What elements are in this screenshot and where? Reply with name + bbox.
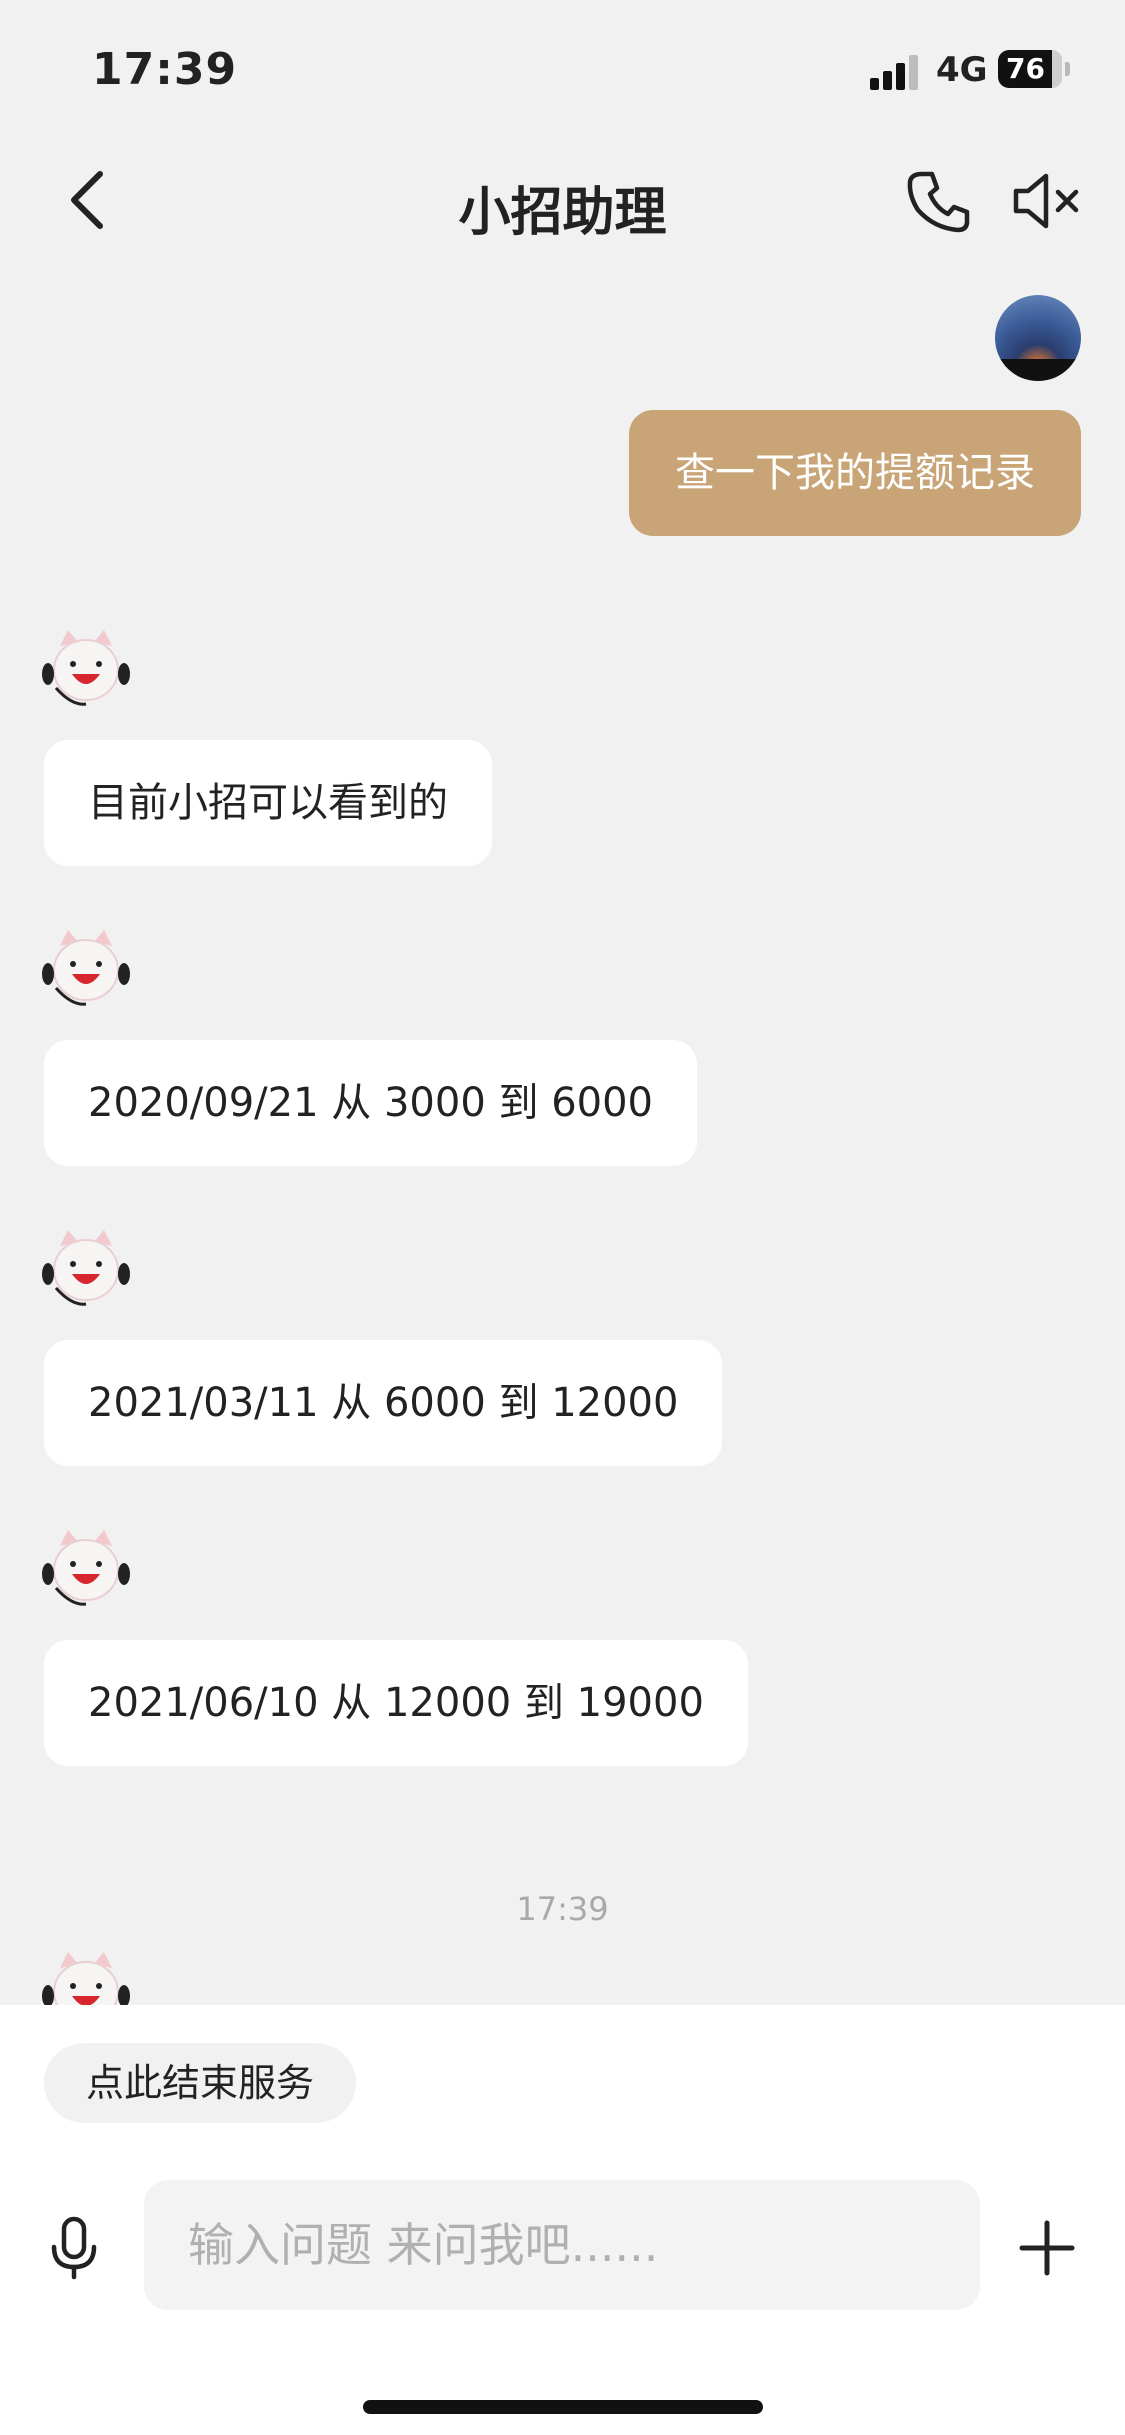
- bot-avatar-icon: [42, 630, 130, 706]
- voice-input-button[interactable]: [44, 2213, 104, 2283]
- status-time: 17:39: [92, 44, 238, 95]
- speaker-muted-icon: [1013, 173, 1079, 229]
- input-panel: 点此结束服务: [0, 2005, 1125, 2435]
- battery-level: 76: [1006, 52, 1045, 85]
- bot-message-bubble: 2021/03/11 从 6000 到 12000: [44, 1340, 723, 1466]
- bot-message-bubble: 目前小招可以看到的: [44, 740, 492, 866]
- mute-button[interactable]: [1010, 166, 1088, 236]
- signal-icon: [870, 54, 918, 90]
- bot-avatar-icon: [42, 1230, 130, 1306]
- user-message-bubble: 查一下我的提额记录: [629, 410, 1081, 536]
- chat-screen: 17:39 4G 76 小招助理 查一下我的提额记录 目前小招可以看到的 202…: [0, 0, 1125, 2435]
- network-type: 4G: [936, 50, 988, 90]
- end-service-button[interactable]: 点此结束服务: [44, 2043, 357, 2123]
- battery-icon: 76: [998, 50, 1070, 88]
- user-avatar[interactable]: [995, 295, 1081, 381]
- bot-avatar-icon: [42, 1530, 130, 1606]
- bot-message-bubble: 2021/06/10 从 12000 到 19000: [44, 1640, 748, 1766]
- bot-message-bubble: 2020/09/21 从 3000 到 6000: [44, 1040, 697, 1166]
- message-timestamp: 17:39: [516, 1890, 609, 1928]
- plus-icon: [1019, 2220, 1075, 2276]
- phone-icon: [907, 171, 970, 233]
- bot-avatar-icon: [42, 930, 130, 1006]
- status-bar: 17:39 4G 76: [0, 0, 1125, 140]
- phone-call-button[interactable]: [904, 166, 974, 236]
- microphone-icon: [51, 2216, 97, 2280]
- more-options-button[interactable]: [1016, 2217, 1078, 2279]
- home-indicator[interactable]: [363, 2400, 763, 2414]
- nav-bar: 小招助理: [0, 140, 1125, 260]
- question-input[interactable]: [144, 2180, 980, 2310]
